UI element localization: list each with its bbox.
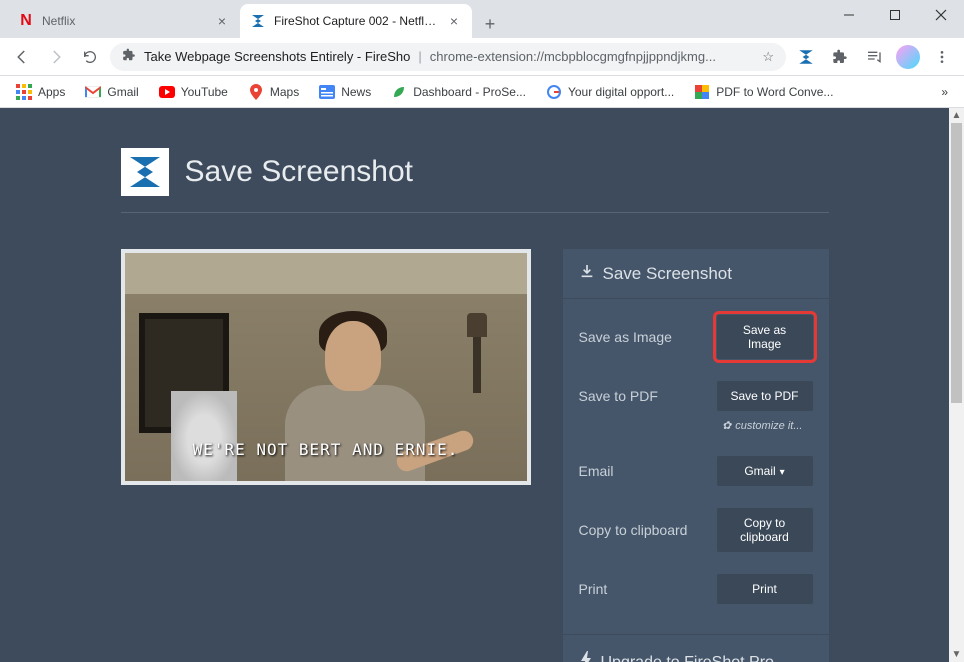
bookmark-gmail[interactable]: Gmail — [77, 80, 146, 104]
bookmarks-bar: Apps Gmail YouTube Maps News Dashboard -… — [0, 76, 964, 108]
content-viewport: Save Screenshot WE'RE NOT BERT AND ERNIE… — [0, 108, 964, 662]
copy-to-clipboard-button[interactable]: Copy to clipboard — [717, 508, 813, 552]
leaf-icon — [391, 84, 407, 100]
page-content: Save Screenshot WE'RE NOT BERT AND ERNIE… — [0, 108, 949, 662]
preview-image: WE'RE NOT BERT AND ERNIE. — [125, 253, 527, 481]
close-window-button[interactable] — [918, 0, 964, 30]
profile-avatar[interactable] — [894, 43, 922, 71]
upgrade-section[interactable]: Upgrade to FireShot Pro — [563, 634, 829, 662]
titlebar: N Netflix × FireShot Capture 002 - Netfl… — [0, 0, 964, 38]
bookmark-dashboard[interactable]: Dashboard - ProSe... — [383, 80, 534, 104]
extensions-puzzle-icon[interactable] — [826, 43, 854, 71]
minimize-button[interactable] — [826, 0, 872, 30]
back-button[interactable] — [8, 43, 36, 71]
tab-title: Netflix — [42, 14, 206, 28]
bookmark-label: News — [341, 85, 371, 99]
window-controls — [826, 0, 964, 30]
google-g-icon — [546, 84, 562, 100]
tab-title: FireShot Capture 002 - Netflix - w — [274, 14, 438, 28]
lightning-icon — [579, 651, 593, 662]
gear-icon: ✿ — [722, 419, 731, 432]
save-panel: Save Screenshot Save as Image Save as Im… — [563, 249, 829, 662]
vertical-scrollbar[interactable]: ▲ ▼ — [949, 108, 964, 662]
bookmark-apps[interactable]: Apps — [8, 80, 73, 104]
bookmark-star-icon[interactable]: ☆ — [762, 49, 774, 65]
chrome-menu-icon[interactable] — [928, 43, 956, 71]
save-image-label: Save as Image — [579, 329, 672, 345]
email-label: Email — [579, 463, 614, 479]
scroll-up-arrow-icon[interactable]: ▲ — [949, 108, 964, 123]
close-icon[interactable]: × — [214, 13, 230, 29]
bookmark-label: Gmail — [107, 85, 138, 99]
netflix-icon: N — [18, 13, 34, 29]
customize-link[interactable]: ✿ customize it... — [579, 419, 813, 432]
page-title: Save Screenshot — [185, 155, 413, 189]
print-label: Print — [579, 581, 608, 597]
screenshot-preview[interactable]: WE'RE NOT BERT AND ERNIE. — [121, 249, 531, 485]
bookmark-youtube[interactable]: YouTube — [151, 80, 236, 104]
gmail-icon — [85, 84, 101, 100]
youtube-icon — [159, 84, 175, 100]
chevron-right-icon: » — [941, 85, 948, 99]
print-button[interactable]: Print — [717, 574, 813, 604]
forward-button[interactable] — [42, 43, 70, 71]
clipboard-label: Copy to clipboard — [579, 522, 688, 538]
caret-down-icon: ▾ — [780, 467, 785, 478]
fireshot-extension-icon[interactable] — [792, 43, 820, 71]
maximize-button[interactable] — [872, 0, 918, 30]
fireshot-icon — [250, 13, 266, 29]
new-tab-button[interactable]: + — [476, 10, 504, 38]
bookmark-label: Your digital opport... — [568, 85, 674, 99]
close-icon[interactable]: × — [446, 13, 462, 29]
page-header: Save Screenshot — [121, 148, 829, 213]
save-as-image-button[interactable]: Save as Image — [717, 315, 813, 359]
bookmark-maps[interactable]: Maps — [240, 80, 307, 104]
scrollbar-thumb[interactable] — [951, 123, 962, 403]
omnibox-title: Take Webpage Screenshots Entirely - Fire… — [144, 49, 410, 64]
pdf-icon — [694, 84, 710, 100]
upgrade-text: Upgrade to FireShot Pro — [601, 654, 774, 662]
bookmark-pdf[interactable]: PDF to Word Conve... — [686, 80, 841, 104]
address-bar[interactable]: Take Webpage Screenshots Entirely - Fire… — [110, 43, 786, 71]
bookmark-label: YouTube — [181, 85, 228, 99]
bookmark-label: Apps — [38, 85, 65, 99]
email-gmail-button[interactable]: Gmail▾ — [717, 456, 813, 486]
tab-netflix[interactable]: N Netflix × — [8, 4, 240, 38]
bookmark-label: Maps — [270, 85, 299, 99]
panel-header: Save Screenshot — [563, 249, 829, 299]
tab-strip: N Netflix × FireShot Capture 002 - Netfl… — [0, 0, 504, 38]
omnibox-url: chrome-extension://mcbpblocgmgfnpjjppndj… — [430, 49, 755, 64]
bookmark-news[interactable]: News — [311, 80, 379, 104]
reload-button[interactable] — [76, 43, 104, 71]
save-pdf-label: Save to PDF — [579, 388, 658, 404]
browser-toolbar: Take Webpage Screenshots Entirely - Fire… — [0, 38, 964, 76]
omnibox-separator: | — [418, 49, 421, 64]
reading-list-icon[interactable] — [860, 43, 888, 71]
extension-puzzle-icon — [122, 48, 136, 65]
scroll-down-arrow-icon[interactable]: ▼ — [949, 647, 964, 662]
fireshot-logo — [121, 148, 169, 196]
bookmarks-overflow[interactable]: » — [933, 81, 956, 103]
bookmark-label: PDF to Word Conve... — [716, 85, 833, 99]
maps-pin-icon — [248, 84, 264, 100]
download-icon — [579, 263, 595, 284]
preview-caption: WE'RE NOT BERT AND ERNIE. — [125, 440, 527, 459]
tab-fireshot[interactable]: FireShot Capture 002 - Netflix - w × — [240, 4, 472, 38]
bookmark-digital[interactable]: Your digital opport... — [538, 80, 682, 104]
save-to-pdf-button[interactable]: Save to PDF — [717, 381, 813, 411]
panel-title: Save Screenshot — [603, 264, 732, 284]
apps-grid-icon — [16, 84, 32, 100]
bookmark-label: Dashboard - ProSe... — [413, 85, 526, 99]
news-icon — [319, 84, 335, 100]
